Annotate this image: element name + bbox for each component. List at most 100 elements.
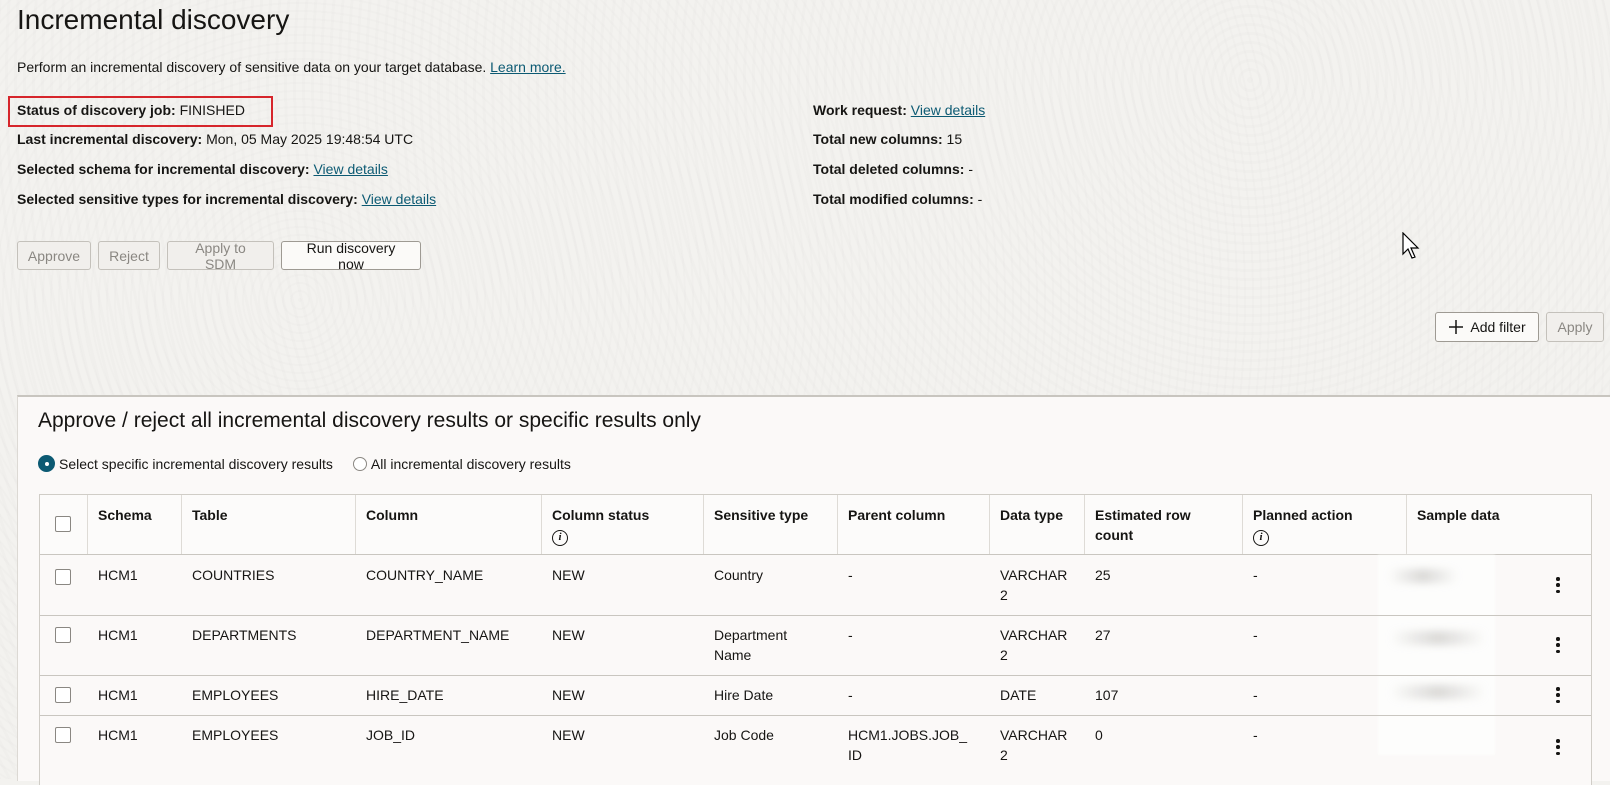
sample-data-blurred xyxy=(1388,569,1458,583)
header-schema[interactable]: Schema xyxy=(88,495,182,554)
cell-schema: HCM1 xyxy=(98,687,138,703)
row-checkbox[interactable] xyxy=(55,627,71,643)
run-discovery-now-button[interactable]: Run discovery now xyxy=(281,240,421,272)
header-data-type[interactable]: Data type xyxy=(990,495,1085,554)
cell-data-type: VARCHAR2 xyxy=(1000,567,1068,603)
cell-schema: HCM1 xyxy=(98,627,138,643)
info-icon[interactable]: i xyxy=(1253,530,1269,546)
approve-button[interactable]: Approve xyxy=(17,241,91,270)
info-icon[interactable]: i xyxy=(552,530,568,546)
reject-button[interactable]: Reject xyxy=(98,241,160,270)
header-select-all xyxy=(40,495,88,554)
cell-data-type: VARCHAR2 xyxy=(1000,727,1068,763)
radio-specific[interactable] xyxy=(38,455,55,472)
panel-title: Approve / reject all incremental discove… xyxy=(38,409,701,432)
total-modified-value: - xyxy=(977,191,983,207)
cell-row-count: 107 xyxy=(1095,687,1119,703)
learn-more-link[interactable]: Learn more. xyxy=(490,59,565,75)
row-actions-kebab-icon[interactable] xyxy=(1556,739,1560,755)
status-value: FINISHED xyxy=(179,102,245,118)
cell-sensitive-type: Hire Date xyxy=(714,687,774,703)
cell-table: EMPLOYEES xyxy=(192,687,279,703)
header-sensitive-type[interactable]: Sensitive type xyxy=(704,495,838,554)
results-panel: Approve / reject all incremental discove… xyxy=(17,395,1610,785)
total-new-label: Total new columns: xyxy=(813,131,943,147)
cell-row-count: 25 xyxy=(1095,567,1111,583)
cell-status: NEW xyxy=(552,727,585,743)
row-actions-kebab-icon[interactable] xyxy=(1556,577,1560,593)
table-row: HCM1 EMPLOYEES JOB_ID NEW Job Code HCM1.… xyxy=(40,715,1591,777)
apply-filter-button[interactable]: Apply xyxy=(1546,312,1604,342)
row-checkbox[interactable] xyxy=(55,727,71,743)
radio-all-label[interactable]: All incremental discovery results xyxy=(371,456,571,472)
cell-planned-action: - xyxy=(1253,567,1258,583)
cell-sensitive-type: Department Name xyxy=(714,627,788,663)
last-discovery-label: Last incremental discovery: xyxy=(17,131,203,147)
selected-sensitive-types: Selected sensitive types for incremental… xyxy=(17,191,436,207)
status-of-job: Status of discovery job: FINISHED xyxy=(17,102,245,118)
cell-row-count: 0 xyxy=(1095,727,1103,743)
cell-row-count: 27 xyxy=(1095,627,1111,643)
radio-specific-label[interactable]: Select specific incremental discovery re… xyxy=(59,456,333,472)
cell-data-type: DATE xyxy=(1000,687,1037,703)
cell-sensitive-type: Job Code xyxy=(714,727,774,743)
radio-all[interactable] xyxy=(352,456,367,471)
cell-data-type: VARCHAR2 xyxy=(1000,627,1068,663)
total-deleted-value: - xyxy=(968,161,973,177)
total-deleted-columns: Total deleted columns: - xyxy=(813,161,973,177)
plus-icon xyxy=(1449,320,1464,334)
select-all-checkbox[interactable] xyxy=(55,516,71,532)
table-row: HCM1 EMPLOYEES HIRE_DATE NEW Hire Date -… xyxy=(40,675,1591,716)
row-actions-kebab-icon[interactable] xyxy=(1556,637,1560,653)
row-checkbox[interactable] xyxy=(55,569,71,585)
sample-data-blurred xyxy=(1390,685,1486,699)
work-request-label: Work request: xyxy=(813,102,907,118)
selection-mode-radio-group: Select specific incremental discovery re… xyxy=(38,455,571,472)
results-table: Schema Table Column Column status i Sens… xyxy=(39,494,1592,785)
header-column-status-label: Column status xyxy=(552,507,650,523)
cell-column: COUNTRY_NAME xyxy=(366,567,484,583)
cell-parent-column: HCM1.JOBS.JOB_ID xyxy=(848,727,968,763)
header-parent-column[interactable]: Parent column xyxy=(838,495,990,554)
cell-parent-column: - xyxy=(848,687,853,703)
cell-sensitive-type: Country xyxy=(714,567,764,583)
description-text: Perform an incremental discovery of sens… xyxy=(17,59,487,75)
table-header: Schema Table Column Column status i Sens… xyxy=(40,495,1591,555)
cell-parent-column: - xyxy=(848,627,853,643)
cell-planned-action: - xyxy=(1253,727,1258,743)
header-table[interactable]: Table xyxy=(182,495,356,554)
header-column-status[interactable]: Column status i xyxy=(542,495,704,554)
row-checkbox[interactable] xyxy=(55,687,71,703)
page-description: Perform an incremental discovery of sens… xyxy=(17,59,566,75)
header-column[interactable]: Column xyxy=(356,495,542,554)
total-new-columns: Total new columns: 15 xyxy=(813,131,962,147)
add-filter-button[interactable]: Add filter xyxy=(1435,312,1539,342)
add-filter-label: Add filter xyxy=(1470,319,1526,335)
cell-schema: HCM1 xyxy=(98,567,138,583)
cell-status: NEW xyxy=(552,687,585,703)
cell-table: EMPLOYEES xyxy=(192,727,279,743)
header-planned-action[interactable]: Planned action i xyxy=(1243,495,1407,554)
row-actions-kebab-icon[interactable] xyxy=(1556,687,1560,703)
schema-view-details-link[interactable]: View details xyxy=(313,161,387,177)
page-title: Incremental discovery xyxy=(17,4,290,35)
work-request-view-details-link[interactable]: View details xyxy=(911,102,985,118)
header-planned-action-label: Planned action xyxy=(1253,507,1353,523)
cell-parent-column: - xyxy=(848,567,853,583)
header-estimated-row-count[interactable]: Estimated row count xyxy=(1085,495,1243,554)
total-modified-columns: Total modified columns: - xyxy=(813,191,982,207)
mouse-cursor-icon xyxy=(1402,232,1420,259)
cell-schema: HCM1 xyxy=(98,727,138,743)
cell-table: COUNTRIES xyxy=(192,567,275,583)
selected-types-label: Selected sensitive types for incremental… xyxy=(17,191,358,207)
total-modified-label: Total modified columns: xyxy=(813,191,974,207)
header-sample-data: Sample data xyxy=(1417,507,1500,523)
types-view-details-link[interactable]: View details xyxy=(362,191,436,207)
table-row: HCM1 DEPARTMENTS DEPARTMENT_NAME NEW Dep… xyxy=(40,615,1591,676)
cell-column: HIRE_DATE xyxy=(366,687,444,703)
cell-table: DEPARTMENTS xyxy=(192,627,297,643)
total-deleted-label: Total deleted columns: xyxy=(813,161,965,177)
cell-status: NEW xyxy=(552,627,585,643)
apply-to-sdm-button[interactable]: Apply to SDM xyxy=(167,240,274,272)
status-label: Status of discovery job: xyxy=(17,102,176,118)
